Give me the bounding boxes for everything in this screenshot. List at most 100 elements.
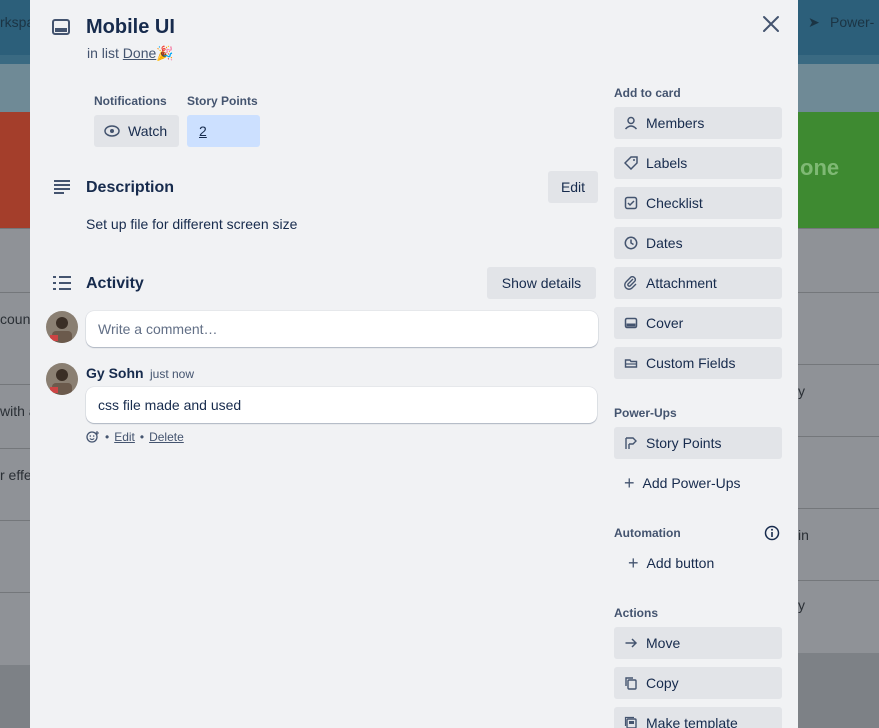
cover-label: Cover <box>646 315 684 331</box>
story-points-powerup-label: Story Points <box>646 435 722 451</box>
members-button[interactable]: Members <box>614 107 782 139</box>
comment-time[interactable]: just now <box>150 367 194 381</box>
edit-label: Edit <box>560 179 586 195</box>
comment-input[interactable]: Write a comment… <box>86 311 598 347</box>
party-icon: 🎉 <box>156 45 174 61</box>
avatar <box>46 363 78 395</box>
avatar <box>46 311 78 343</box>
notifications-label: Notifications <box>94 94 167 108</box>
card-bg <box>0 448 30 521</box>
actions-label: Actions <box>614 606 659 620</box>
card-bg <box>798 364 879 437</box>
power-ups-top-label: Power- <box>830 14 875 30</box>
copy-icon <box>624 676 638 690</box>
labels-button[interactable]: Labels <box>614 147 782 179</box>
tag-icon <box>624 156 638 170</box>
card-bg <box>0 592 30 665</box>
comment-actions: • Edit • Delete <box>86 430 184 444</box>
card-icon <box>52 18 70 36</box>
make-template-label: Make template <box>646 715 738 728</box>
comment-delete-link[interactable]: Delete <box>149 430 184 444</box>
power-ups-top-button[interactable]: ➤ Power- <box>808 14 874 34</box>
list-header-red <box>0 112 30 228</box>
close-button[interactable] <box>757 10 785 38</box>
card-bg <box>0 228 30 293</box>
copy-button[interactable]: Copy <box>614 667 782 699</box>
card-list-info: in list Done🎉 <box>87 45 174 62</box>
story-points-value: 2 <box>199 123 207 139</box>
add-button-button[interactable]: + Add button <box>614 547 782 579</box>
comment-author[interactable]: Gy Sohn <box>86 365 144 381</box>
watch-label: Watch <box>128 123 168 139</box>
move-label: Move <box>646 635 681 651</box>
attachment-label: Attachment <box>646 275 717 291</box>
plus-icon: + <box>624 473 635 493</box>
card-snippet: coun <box>0 311 31 327</box>
show-details-label: Show details <box>501 275 582 291</box>
card-bg <box>798 580 879 653</box>
story-points-icon <box>624 436 638 450</box>
checklist-button[interactable]: Checklist <box>614 187 782 219</box>
activity-icon <box>52 274 72 294</box>
description-icon <box>52 178 72 198</box>
card-bg <box>798 228 879 293</box>
copy-label: Copy <box>646 675 679 691</box>
close-icon <box>763 16 779 32</box>
description-edit-button[interactable]: Edit <box>548 171 598 203</box>
card-snippet: r effe <box>0 467 32 483</box>
description-title: Description <box>86 179 175 196</box>
custom-fields-button[interactable]: Custom Fields <box>614 347 782 379</box>
add-button-label: Add button <box>646 555 715 571</box>
automation-label: Automation <box>614 526 681 540</box>
eye-icon <box>104 125 120 137</box>
story-points-powerup-button[interactable]: Story Points <box>614 427 782 459</box>
show-details-button[interactable]: Show details <box>487 267 596 299</box>
watch-button[interactable]: Watch <box>94 115 179 147</box>
emoji-reaction-icon[interactable] <box>86 430 100 444</box>
dates-button[interactable]: Dates <box>614 227 782 259</box>
checkbox-icon <box>624 196 638 210</box>
custom-fields-icon <box>624 356 638 370</box>
dates-label: Dates <box>646 235 683 251</box>
power-ups-label: Power-Ups <box>614 406 677 420</box>
custom-fields-label: Custom Fields <box>646 355 736 371</box>
list-title-done: one <box>800 155 840 180</box>
card-bg <box>798 436 879 509</box>
labels-label: Labels <box>646 155 688 171</box>
cover-button[interactable]: Cover <box>614 307 782 339</box>
paperclip-icon <box>624 276 638 290</box>
card-bg <box>798 292 879 365</box>
separator-dot: • <box>139 430 145 444</box>
plus-icon: + <box>628 553 639 573</box>
person-icon <box>624 116 638 130</box>
story-points-badge[interactable]: 2 <box>187 115 260 147</box>
card-snippet: y <box>798 597 805 613</box>
card-bg <box>0 292 30 385</box>
checklist-label: Checklist <box>646 195 703 211</box>
activity-title: Activity <box>86 275 144 292</box>
template-icon <box>624 716 638 728</box>
comment-text: css file made and used <box>86 387 597 423</box>
info-icon[interactable] <box>764 525 780 541</box>
list-link[interactable]: Done <box>123 45 156 61</box>
card-title[interactable]: Mobile UI <box>86 16 175 39</box>
add-power-ups-label: Add Power-Ups <box>642 475 741 491</box>
add-to-card-label: Add to card <box>614 86 681 100</box>
move-button[interactable]: Move <box>614 627 782 659</box>
card-detail-modal: Mobile UI in list Done🎉 Notifications St… <box>30 0 798 728</box>
description-text[interactable]: Set up file for different screen size <box>86 216 297 232</box>
members-label: Members <box>646 115 705 131</box>
attachment-button[interactable]: Attachment <box>614 267 782 299</box>
card-snippet: in <box>798 527 809 543</box>
make-template-button[interactable]: Make template <box>614 707 782 728</box>
arrow-right-icon <box>624 636 638 650</box>
in-list-prefix: in list <box>87 45 119 61</box>
clock-icon <box>624 236 638 250</box>
card-snippet: y <box>798 383 805 399</box>
cover-icon <box>624 316 638 330</box>
add-power-ups-button[interactable]: + Add Power-Ups <box>614 467 782 499</box>
card-bg <box>0 520 30 593</box>
card-bg <box>798 508 879 581</box>
story-points-label: Story Points <box>187 94 258 108</box>
comment-edit-link[interactable]: Edit <box>114 430 135 444</box>
